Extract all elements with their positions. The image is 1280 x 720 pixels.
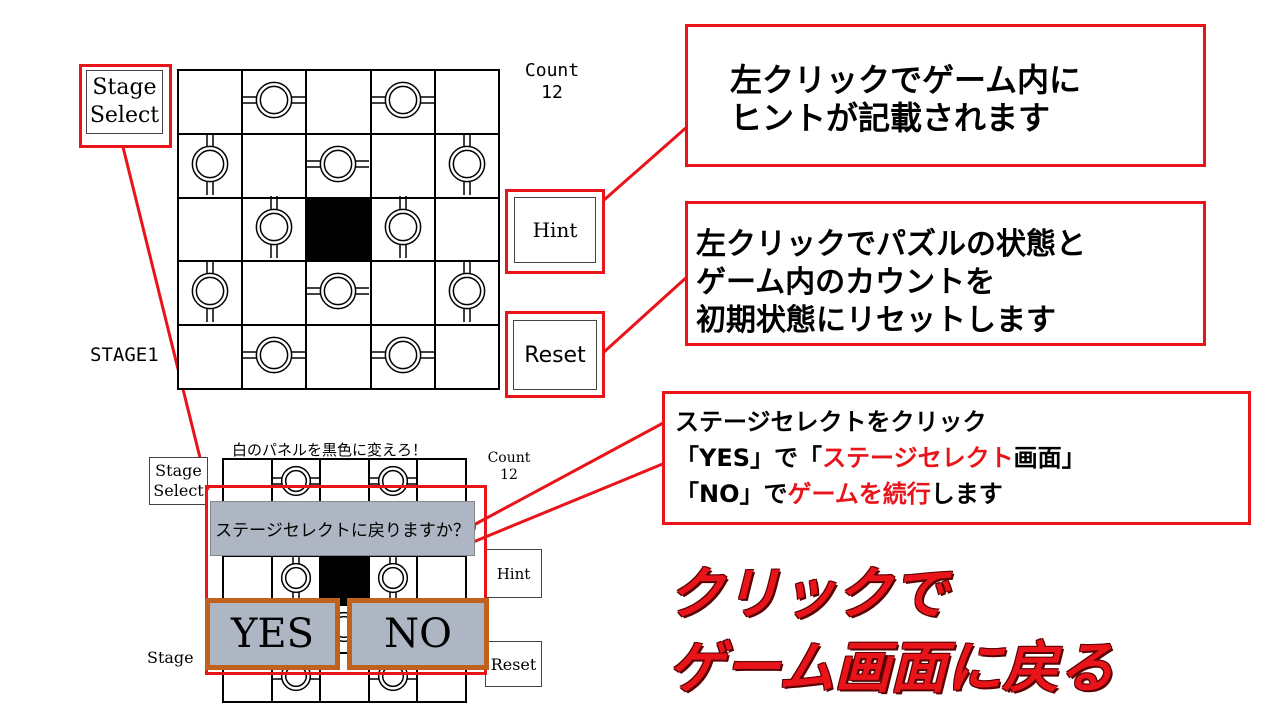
grid-cell[interactable] <box>242 196 307 262</box>
grid-cell[interactable] <box>370 196 435 262</box>
grid-cell[interactable] <box>370 69 435 135</box>
count-label: Count <box>524 60 580 81</box>
grid-cell[interactable] <box>306 133 371 199</box>
preview-reset-label: Reset <box>490 654 537 674</box>
stage-select-line1: Stage <box>92 75 157 100</box>
hint-callout-line1: 左クリックでゲーム内に <box>730 61 1082 99</box>
no-button[interactable]: NO <box>347 598 489 670</box>
stage-label: STAGE1 <box>90 344 159 366</box>
pipe-node-icon <box>179 132 241 199</box>
preview-hint-label: Hint <box>496 564 531 583</box>
grid-cell[interactable] <box>178 132 243 199</box>
yes-button[interactable]: YES <box>205 598 340 670</box>
puzzle-grid <box>177 69 500 390</box>
pipe-node-icon <box>371 69 434 135</box>
pipe-node-icon <box>436 132 498 199</box>
grid-cell[interactable] <box>178 70 243 134</box>
pipe-node-icon <box>307 260 370 326</box>
grid-cell[interactable] <box>178 260 243 326</box>
grid-cell[interactable] <box>242 69 307 135</box>
grid-cell[interactable] <box>434 197 499 262</box>
return-caption-line1: クリックで <box>668 562 948 627</box>
reset-label: Reset <box>524 342 586 368</box>
grid-cell[interactable] <box>370 261 435 326</box>
hint-button[interactable]: Hint <box>514 197 596 263</box>
no-label: NO <box>384 611 452 657</box>
pipe-node-icon <box>243 324 306 390</box>
grid-cell[interactable] <box>370 324 435 390</box>
preview-stage-select-line2: Select <box>153 481 204 500</box>
preview-stage-label: Stage <box>147 648 194 667</box>
preview-count-label: Count <box>487 450 531 466</box>
line2-part-a: 「YES」で「 <box>675 444 823 472</box>
grid-cell[interactable] <box>306 325 371 389</box>
stage-select-callout-line2: 「YES」で「ステージセレクト画面」 <box>675 440 1248 476</box>
return-caption-line2: ゲーム画面に戻る <box>668 636 1115 701</box>
line3-part-b: します <box>930 480 1003 508</box>
hint-callout-line2: ヒントが記載されます <box>730 99 1051 137</box>
pipe-node-icon <box>307 133 370 199</box>
grid-cell[interactable] <box>306 70 371 134</box>
preview-stage-select-line1: Stage <box>155 461 202 480</box>
grid-cell[interactable] <box>434 132 499 199</box>
grid-cell[interactable] <box>242 133 307 198</box>
preview-reset-button[interactable]: Reset <box>485 641 542 687</box>
pipe-node-icon <box>243 69 306 135</box>
hint-callout: 左クリックでゲーム内に ヒントが記載されます <box>685 24 1206 167</box>
confirm-dialog-message: ステージセレクトに戻りますか？ <box>210 501 475 556</box>
grid-cell[interactable] <box>178 325 243 389</box>
pipe-node-icon <box>436 260 498 326</box>
preview-hint-button[interactable]: Hint <box>485 549 542 598</box>
preview-count-value: 12 <box>500 467 518 483</box>
hint-label: Hint <box>532 218 578 242</box>
pipe-node-icon <box>372 196 434 262</box>
reset-callout: 左クリックでパズルの状態と ゲーム内のカウントを 初期状態にリセットします <box>685 201 1206 346</box>
stage-select-callout-line1: ステージセレクトをクリック <box>675 408 987 436</box>
reset-callout-line2: ゲーム内のカウントを <box>696 265 996 300</box>
stage-select-line2: Select <box>89 103 160 128</box>
grid-cell[interactable] <box>434 70 499 134</box>
preview-count-display: Count 12 <box>480 450 538 484</box>
line3-part-red: ゲームを続行 <box>787 480 931 508</box>
line3-part-a: 「NO」で <box>675 480 788 508</box>
pipe-node-icon <box>179 260 241 326</box>
pipe-node-icon <box>371 324 434 390</box>
stage-select-callout: ステージセレクトをクリック 「YES」で「ステージセレクト画面」 「NO」でゲー… <box>662 391 1251 525</box>
line2-part-red: ステージセレクト <box>822 444 1014 472</box>
count-display: Count 12 <box>520 60 584 104</box>
reset-callout-line3: 初期状態にリセットします <box>696 303 1056 338</box>
grid-cell[interactable] <box>306 260 371 326</box>
grid-cell[interactable] <box>242 261 307 326</box>
stage-select-button[interactable]: Stage Select <box>86 70 163 134</box>
stage-select-callout-line3: 「NO」でゲームを続行します <box>675 476 1248 512</box>
grid-cell[interactable] <box>370 133 435 198</box>
grid-cell[interactable] <box>306 197 371 262</box>
dialog-text: ステージセレクトに戻りますか？ <box>215 521 470 541</box>
grid-cell[interactable] <box>178 197 243 262</box>
line2-part-b: 画面」 <box>1013 444 1086 472</box>
yes-label: YES <box>230 611 314 657</box>
grid-cell[interactable] <box>434 260 499 326</box>
return-caption: クリックで ゲーム画面に戻る <box>668 558 1114 706</box>
pipe-node-icon <box>243 196 305 262</box>
grid-cell[interactable] <box>242 324 307 390</box>
preview-stage-select-button[interactable]: Stage Select <box>149 457 208 505</box>
reset-button[interactable]: Reset <box>513 320 597 390</box>
grid-cell[interactable] <box>434 325 499 389</box>
reset-callout-line1: 左クリックでパズルの状態と <box>696 227 1086 262</box>
count-value: 12 <box>541 82 563 103</box>
